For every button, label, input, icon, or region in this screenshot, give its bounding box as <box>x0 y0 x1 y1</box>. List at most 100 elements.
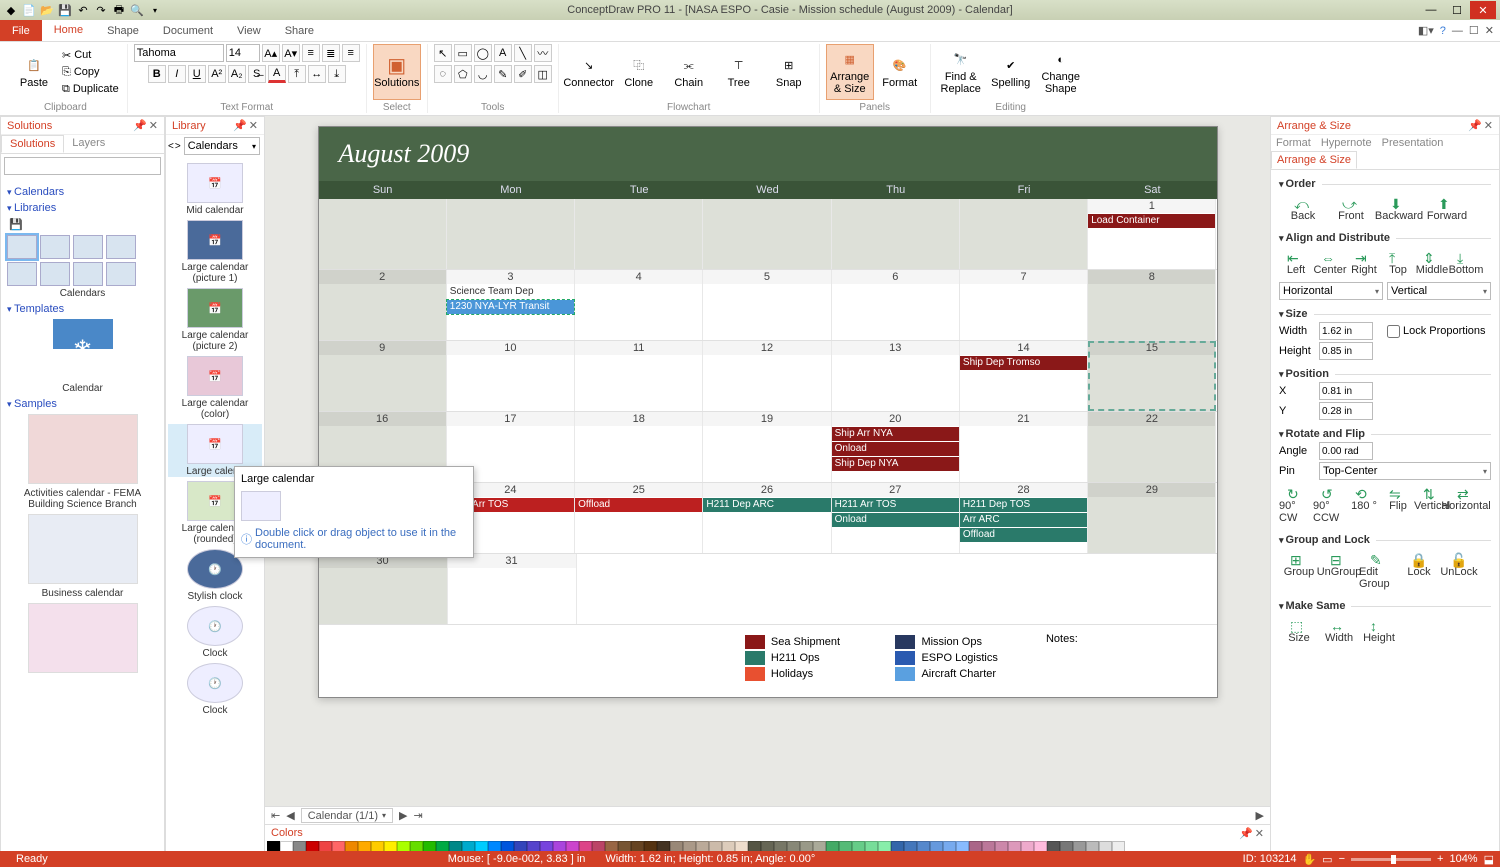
print-icon[interactable]: 🖶 <box>112 3 126 17</box>
arr-tab-format[interactable]: Format <box>1271 135 1316 151</box>
chain-button[interactable]: ⫘Chain <box>665 44 713 100</box>
calendar-event[interactable]: H211 Dep TOS <box>960 498 1087 512</box>
x-input[interactable] <box>1319 382 1373 400</box>
lib-thumb[interactable] <box>7 235 37 259</box>
zoom-in-icon[interactable]: + <box>1437 853 1443 865</box>
width-button[interactable]: ↔Width <box>1319 616 1359 646</box>
forward-button[interactable]: ⬆Forward <box>1423 194 1471 224</box>
tab-view[interactable]: View <box>225 20 273 41</box>
panel-toggle-icon[interactable]: ◧▾ <box>1418 24 1434 37</box>
pointer-icon[interactable]: ↖ <box>434 44 452 62</box>
distribute-v-select[interactable]: Vertical <box>1387 282 1491 300</box>
format-button[interactable]: 🎨Format <box>876 44 924 100</box>
section-order[interactable]: Order <box>1279 178 1491 190</box>
sample-thumb-1[interactable] <box>28 414 138 484</box>
arr-tab-hypernote[interactable]: Hypernote <box>1316 135 1377 151</box>
close-button[interactable]: ✕ <box>1470 1 1496 19</box>
pin-icon[interactable]: 📌 <box>133 119 147 132</box>
tabs-nav-last-icon[interactable]: ⇥ <box>414 809 423 822</box>
lasso-icon[interactable]: ◌ <box>434 65 452 83</box>
lib-item[interactable]: 📅Large calendar (picture 1) <box>168 220 262 284</box>
calendar-event[interactable]: H211 Arr TOS <box>832 498 959 512</box>
save-icon[interactable]: 💾 <box>58 3 72 17</box>
align-left-icon[interactable]: ≡ <box>302 44 320 62</box>
lock-button[interactable]: 🔒Lock <box>1399 550 1439 592</box>
polygon-icon[interactable]: ⬠ <box>454 65 472 83</box>
nav-fwd-icon[interactable]: > <box>175 141 181 152</box>
font-color-icon[interactable]: A <box>268 65 286 83</box>
middle-button[interactable]: ⇕Middle <box>1415 248 1449 278</box>
calendar-cell[interactable] <box>319 199 447 269</box>
section-size[interactable]: Size <box>1279 308 1491 320</box>
calendar-cell[interactable]: 28H211 Dep TOSArr ARCOffload <box>960 483 1088 553</box>
top-button[interactable]: ⤒Top <box>1381 248 1415 278</box>
shrink-font-icon[interactable]: A▾ <box>282 44 300 62</box>
section-rotate[interactable]: Rotate and Flip <box>1279 428 1491 440</box>
calendar-cell[interactable]: 29 <box>1088 483 1216 553</box>
front-button[interactable]: ⤻Front <box>1327 194 1375 224</box>
maximize-button[interactable]: ☐ <box>1444 1 1470 19</box>
hand-icon[interactable]: ✋ <box>1302 853 1316 866</box>
qat-dropdown-icon[interactable]: ▾ <box>148 3 162 17</box>
tabs-nav-prev-icon[interactable]: ◀ <box>286 809 294 822</box>
width-input[interactable] <box>1319 322 1373 340</box>
nav-back-icon[interactable]: < <box>168 141 174 152</box>
calendar-event[interactable]: Science Team Dep <box>447 285 574 299</box>
tab-shape[interactable]: Shape <box>95 20 151 41</box>
pin-select[interactable]: Top-Center <box>1319 462 1491 480</box>
bold-icon[interactable]: B <box>148 65 166 83</box>
lib-item[interactable]: 📅Large calendar (color) <box>168 356 262 420</box>
panel-close-icon[interactable]: ✕ <box>1484 119 1493 132</box>
subtab-layers[interactable]: Layers <box>64 135 113 153</box>
lib-thumb[interactable] <box>73 235 103 259</box>
tab-share[interactable]: Share <box>273 20 326 41</box>
solutions-search[interactable] <box>4 157 161 175</box>
calendar-cell[interactable]: 15 <box>1088 341 1216 411</box>
section-libraries[interactable]: Libraries <box>7 202 158 214</box>
calendar-cell[interactable]: 11 <box>575 341 703 411</box>
sub-icon[interactable]: A₂ <box>228 65 246 83</box>
pin-icon[interactable]: 📌 <box>1468 119 1482 132</box>
calendar-cell[interactable]: 1Load Container <box>1088 199 1216 269</box>
calendar-cell[interactable]: 14Ship Dep Tromso <box>960 341 1088 411</box>
open-icon[interactable]: 📂 <box>40 3 54 17</box>
valign-top-icon[interactable]: ⤒ <box>288 65 306 83</box>
pin-icon[interactable]: 📌 <box>233 119 247 132</box>
arrange-size-button[interactable]: ▦Arrange & Size <box>826 44 874 100</box>
calendar-cell[interactable]: 6 <box>832 270 960 340</box>
search-icon[interactable]: 🔍 <box>130 3 144 17</box>
lock-proportions-check[interactable] <box>1387 325 1400 338</box>
solutions-button[interactable]: ▣ Solutions <box>373 44 421 100</box>
paste-button[interactable]: 📋 Paste <box>10 44 58 100</box>
calendar-cell[interactable]: 30 <box>319 554 448 624</box>
calendar-cell[interactable]: 31 <box>448 554 577 624</box>
font-select[interactable] <box>134 44 224 62</box>
valign-bot-icon[interactable]: ⤓ <box>328 65 346 83</box>
section-align[interactable]: Align and Distribute <box>1279 232 1491 244</box>
calendar-cell[interactable]: 21 <box>960 412 1088 482</box>
calendar-cell[interactable]: 9 <box>319 341 447 411</box>
zoom-slider[interactable] <box>1351 858 1431 861</box>
calendar-cell[interactable]: 7 <box>960 270 1088 340</box>
section-group-lock[interactable]: Group and Lock <box>1279 534 1491 546</box>
pen2-icon[interactable]: ✐ <box>514 65 532 83</box>
section-calendars[interactable]: Calendars <box>7 186 158 198</box>
calendar-event[interactable]: Offload <box>960 528 1087 542</box>
valign-mid-icon[interactable]: ↔ <box>308 65 326 83</box>
size-button[interactable]: ⬚Size <box>1279 616 1319 646</box>
curve-icon[interactable]: 〰 <box>534 44 552 62</box>
back-button[interactable]: ⤺Back <box>1279 194 1327 224</box>
find-replace-button[interactable]: 🔭Find & Replace <box>937 44 985 100</box>
group-button[interactable]: ⊞Group <box>1279 550 1319 592</box>
calendar-cell[interactable] <box>447 199 575 269</box>
right-button[interactable]: ⇥Right <box>1347 248 1381 278</box>
ribbon-min-icon[interactable]: — <box>1452 25 1463 37</box>
section-make-same[interactable]: Make Same <box>1279 600 1491 612</box>
180--button[interactable]: ⟲180 ° <box>1347 484 1381 526</box>
arr-tab-arrange[interactable]: Arrange & Size <box>1271 151 1357 169</box>
copy-button[interactable]: ⎘Copy <box>60 64 121 80</box>
calendar-cell[interactable]: 10 <box>447 341 575 411</box>
super-icon[interactable]: A² <box>208 65 226 83</box>
arr-tab-presentation[interactable]: Presentation <box>1377 135 1449 151</box>
pen-icon[interactable]: ✎ <box>494 65 512 83</box>
